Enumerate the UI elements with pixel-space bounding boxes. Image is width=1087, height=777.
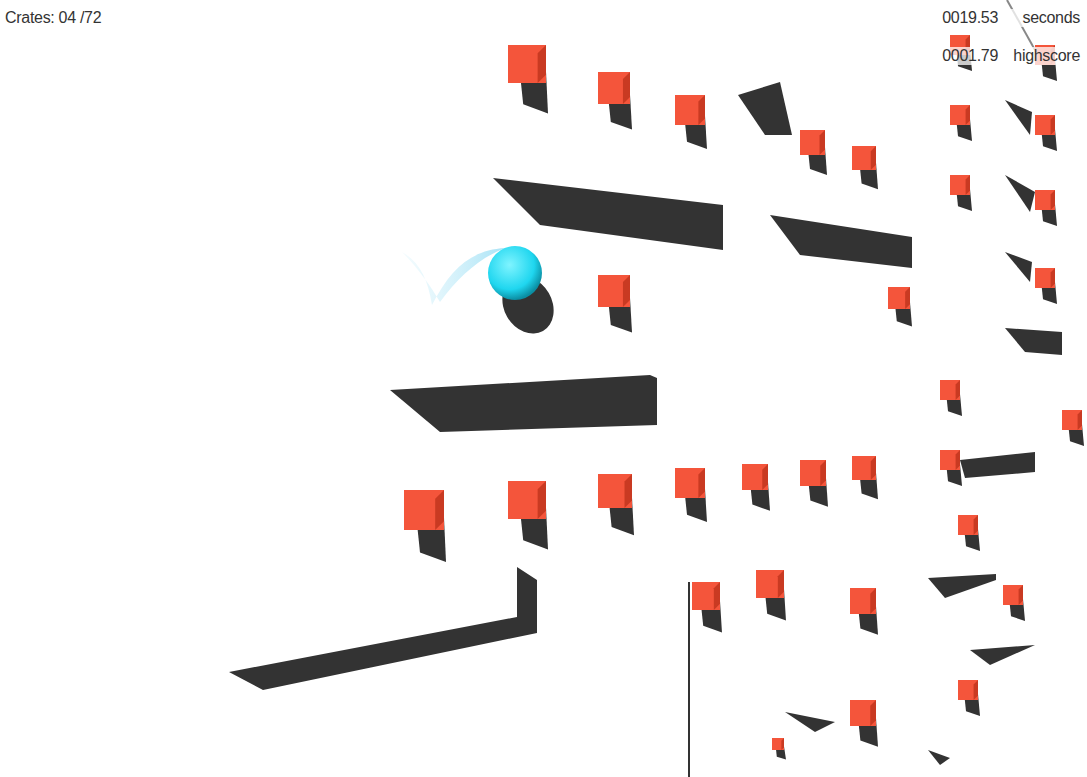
wall [390, 375, 657, 432]
crate [852, 146, 878, 189]
wall [493, 178, 723, 250]
crate [508, 45, 548, 113]
wall [1005, 328, 1062, 355]
game-scene [0, 0, 1087, 777]
wall [1005, 175, 1035, 212]
crate [1062, 410, 1084, 446]
crate [675, 95, 707, 149]
game-screen: Crates: 04 /72 0019.53 seconds 0001.79 highs… [0, 0, 1087, 777]
highscore-value: 0001.79 [942, 47, 998, 65]
wall [928, 750, 950, 765]
wall [1005, 252, 1032, 282]
crate [940, 380, 962, 416]
crate [598, 72, 632, 130]
crate [958, 680, 980, 716]
crates-counter: Crates: 04 /72 [5, 9, 101, 27]
wall [229, 567, 537, 690]
wall [928, 574, 996, 598]
ball[interactable] [488, 246, 542, 300]
crate [1035, 268, 1057, 304]
crate [950, 105, 972, 141]
timer-unit: seconds [1006, 9, 1080, 27]
crate [692, 582, 722, 632]
crate [950, 175, 972, 211]
crate [598, 474, 634, 535]
wall [1005, 100, 1032, 135]
wall [770, 215, 912, 268]
crate [742, 464, 770, 511]
crate [598, 275, 632, 333]
crate [852, 456, 878, 499]
crate [940, 450, 962, 486]
timer: 0019.53 seconds [940, 9, 1082, 27]
crate [850, 588, 878, 635]
crate [850, 700, 878, 747]
highscore-unit: highscore [1006, 47, 1080, 65]
crate [756, 570, 786, 620]
highscore: 0001.79 highscore [940, 47, 1082, 65]
wall [738, 82, 792, 135]
score-panel: 0019.53 seconds 0001.79 highscore [940, 9, 1082, 65]
crate [1003, 585, 1025, 621]
crate [508, 481, 548, 549]
crate [1035, 115, 1057, 151]
wall-edge [688, 582, 690, 777]
crate [404, 490, 446, 562]
crate [772, 738, 786, 760]
wall [970, 645, 1035, 665]
crate [1035, 190, 1057, 226]
crate [675, 468, 707, 522]
crate [800, 460, 828, 507]
wall [785, 712, 835, 732]
crate [888, 287, 912, 327]
timer-value: 0019.53 [942, 9, 998, 27]
crate [800, 130, 827, 175]
crate [958, 515, 980, 551]
wall [960, 452, 1035, 478]
